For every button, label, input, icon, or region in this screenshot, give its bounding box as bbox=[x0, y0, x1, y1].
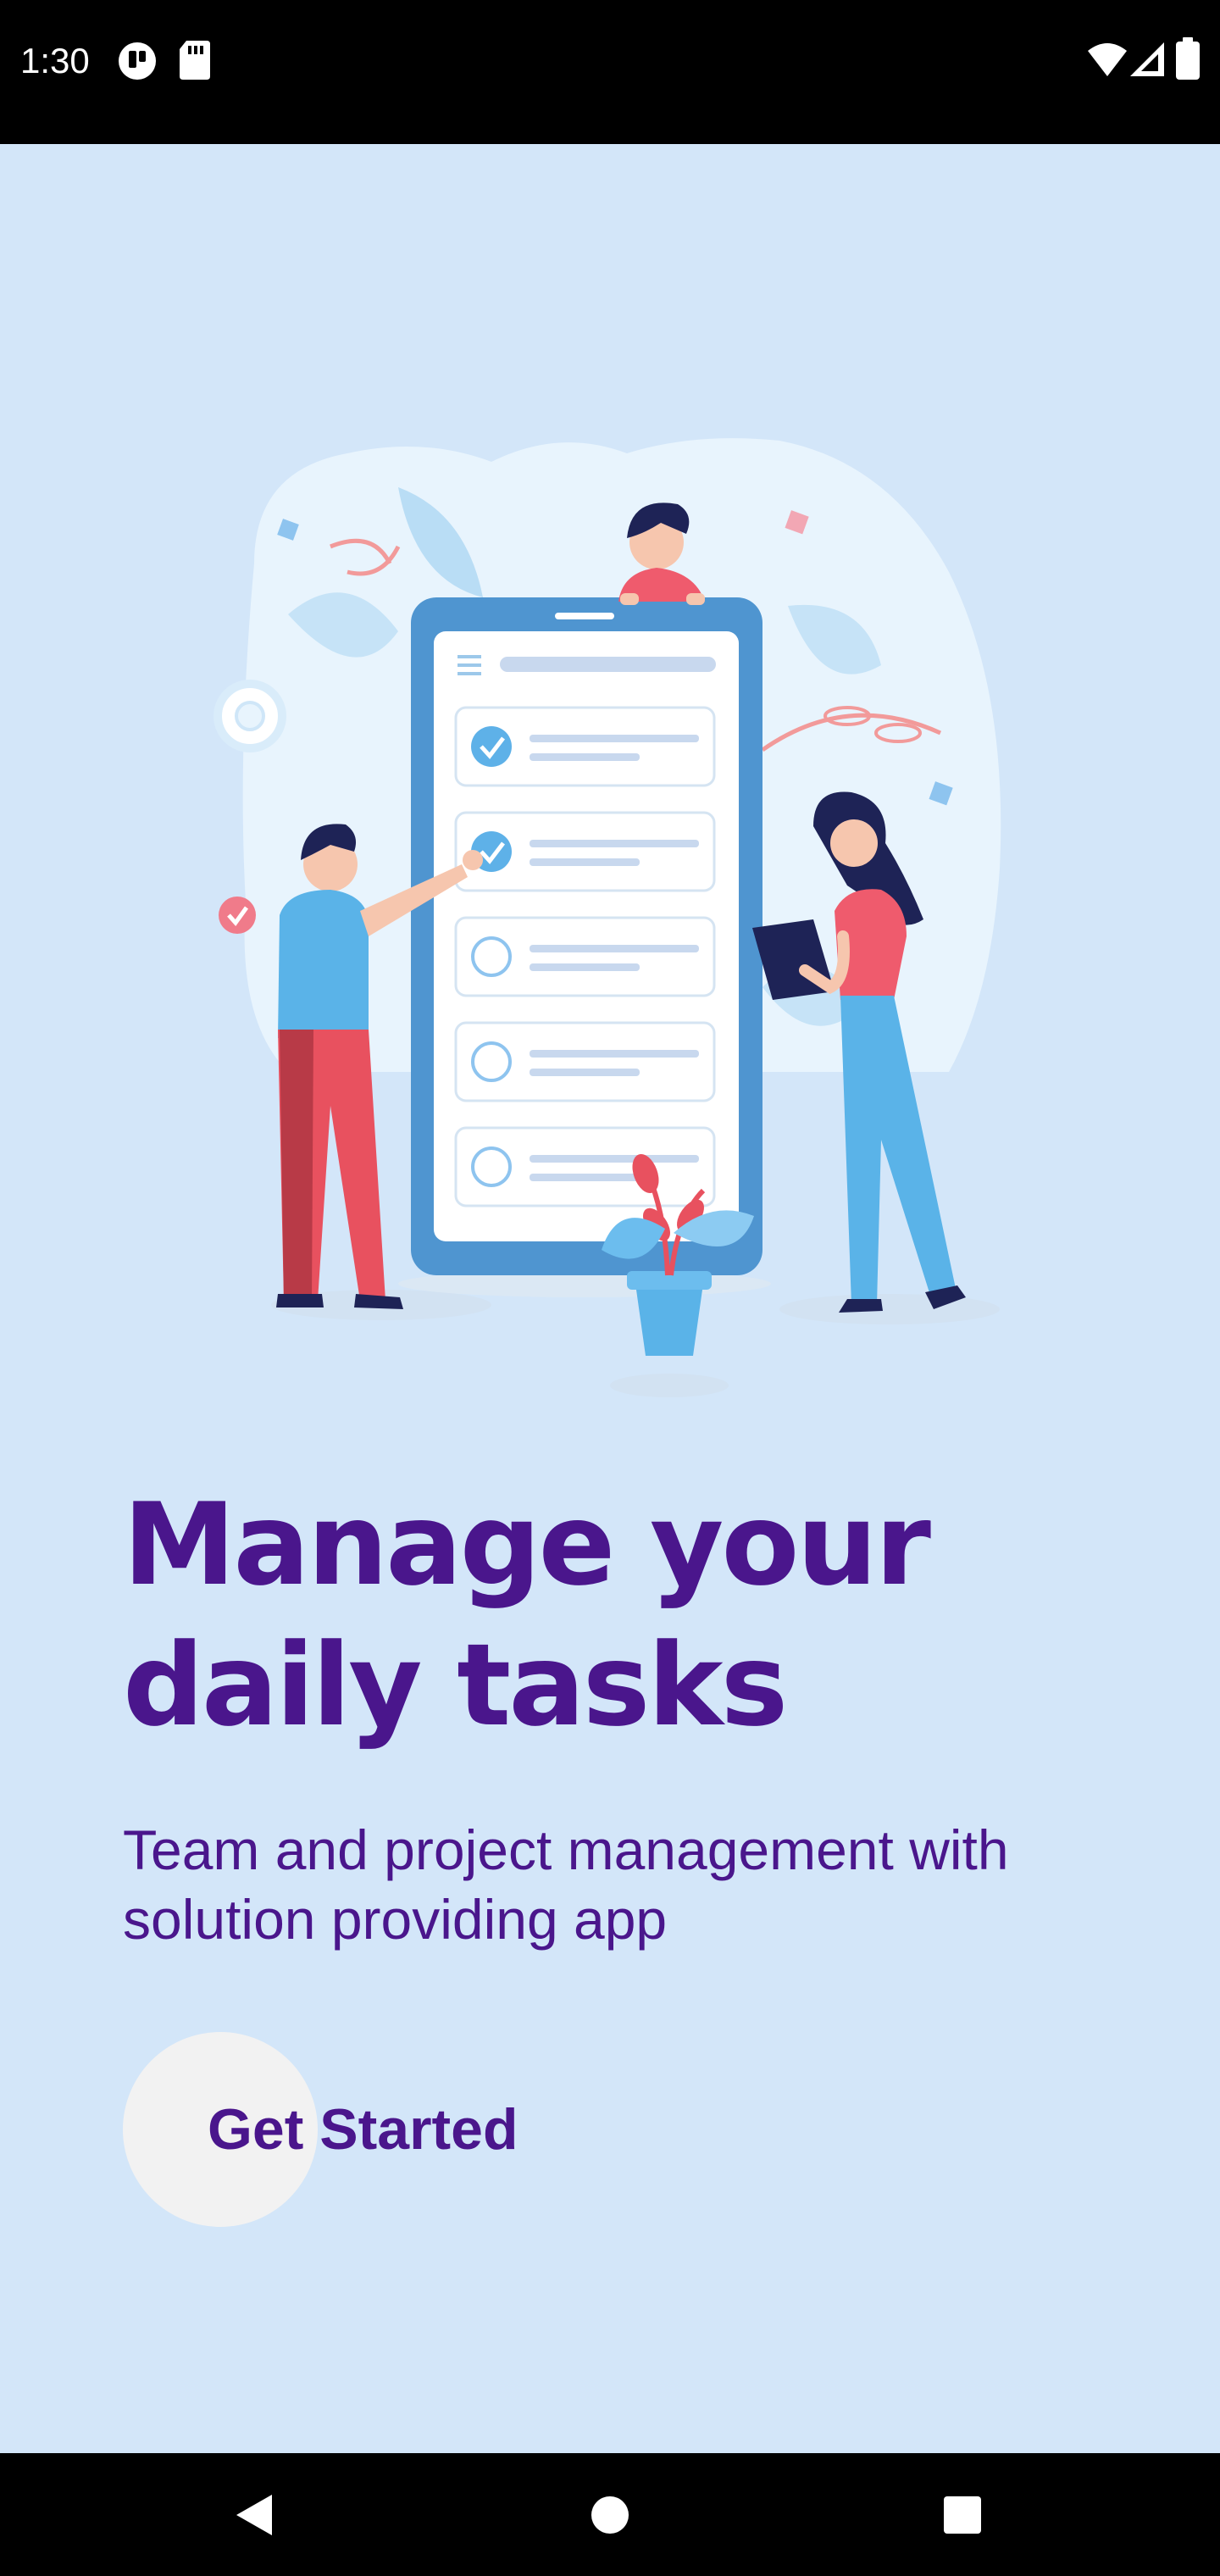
wifi-icon bbox=[1088, 42, 1127, 80]
headline: Manage your daily tasks bbox=[123, 1479, 931, 1752]
get-started-label: Get Started bbox=[208, 2097, 518, 2162]
task-checklist-illustration bbox=[203, 292, 1017, 1424]
get-started-button[interactable]: Get Started bbox=[123, 2032, 518, 2227]
subtitle: Team and project management with solutio… bbox=[123, 1818, 1009, 1951]
navigation-bar bbox=[0, 2453, 1220, 2576]
home-icon[interactable] bbox=[576, 2453, 644, 2576]
recents-icon[interactable] bbox=[929, 2453, 996, 2576]
status-time: 1:30 bbox=[20, 41, 90, 80]
cellular-signal-icon bbox=[1130, 42, 1164, 80]
status-bar: 1:30 bbox=[0, 0, 1220, 144]
back-icon[interactable] bbox=[220, 2453, 288, 2576]
battery-icon bbox=[1176, 37, 1200, 84]
notification-app-icon bbox=[117, 41, 158, 86]
onboarding-screen: Manage your daily tasks Team and project… bbox=[0, 144, 1220, 2453]
device-frame: 1:30 Manage your daily tasks Team and pr… bbox=[0, 0, 1220, 2576]
sd-card-icon bbox=[178, 41, 212, 84]
